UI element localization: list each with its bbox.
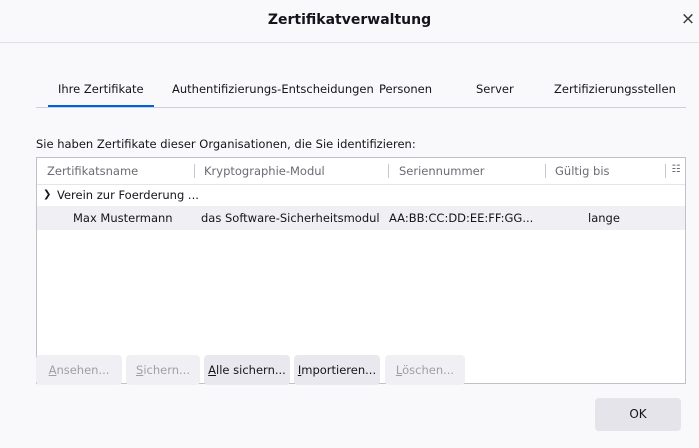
tab-authentifizierungs-entscheidungen[interactable]: Authentifizierungs-Entscheidungen: [172, 73, 374, 106]
view-button[interactable]: Ansehen...: [36, 355, 122, 385]
backup-all-button[interactable]: Alle sichern...: [204, 355, 290, 385]
column-separator[interactable]: [388, 164, 389, 178]
cell-expires: lange: [588, 211, 620, 225]
column-separator[interactable]: [665, 164, 666, 178]
group-name: Verein zur Foerderung ...: [57, 188, 199, 202]
dialog-titlebar: Zertifikatverwaltung ×: [0, 0, 699, 43]
cell-serial: AA:BB:CC:DD:EE:FF:GG...: [389, 211, 534, 225]
column-header-name[interactable]: Zertifikatsname: [47, 158, 138, 184]
delete-button[interactable]: Löschen...: [385, 355, 465, 385]
column-picker-icon[interactable]: ☷: [669, 163, 683, 177]
close-icon[interactable]: ×: [679, 9, 697, 29]
cell-cert-name: Max Mustermann: [73, 211, 173, 225]
table-row[interactable]: Max Mustermann das Software-Sicherheitsm…: [37, 206, 685, 230]
tab-ihre-zertifikate[interactable]: Ihre Zertifikate: [48, 73, 154, 107]
tree-header: Zertifikatsname Kryptographie-Modul Seri…: [37, 158, 685, 185]
tree-group-row[interactable]: ❯ Verein zur Foerderung ...: [37, 184, 685, 206]
column-header-module[interactable]: Kryptographie-Modul: [204, 158, 325, 184]
import-button[interactable]: Importieren...: [294, 355, 380, 385]
tab-bar: Ihre Zertifikate Authentifizierungs-Ents…: [36, 73, 686, 108]
column-separator[interactable]: [545, 164, 546, 178]
column-separator[interactable]: [194, 164, 195, 178]
tab-personen[interactable]: Personen: [379, 73, 432, 106]
backup-button[interactable]: Sichern...: [126, 355, 200, 385]
cell-module: das Software-Sicherheitsmodul: [201, 211, 380, 225]
dialog-title: Zertifikatverwaltung: [267, 12, 432, 28]
chevron-down-icon[interactable]: ❯: [43, 184, 51, 206]
certificate-tree[interactable]: Zertifikatsname Kryptographie-Modul Seri…: [36, 157, 686, 384]
ok-button[interactable]: OK: [595, 398, 681, 431]
column-header-serial[interactable]: Seriennummer: [399, 158, 484, 184]
tab-server[interactable]: Server: [476, 73, 514, 106]
tab-zertifizierungsstellen[interactable]: Zertifizierungsstellen: [554, 73, 676, 106]
column-header-expires[interactable]: Gültig bis: [555, 158, 610, 184]
dialog-content: Ihre Zertifikate Authentifizierungs-Ents…: [0, 43, 699, 448]
intro-text: Sie haben Zertifikate dieser Organisatio…: [36, 137, 416, 151]
